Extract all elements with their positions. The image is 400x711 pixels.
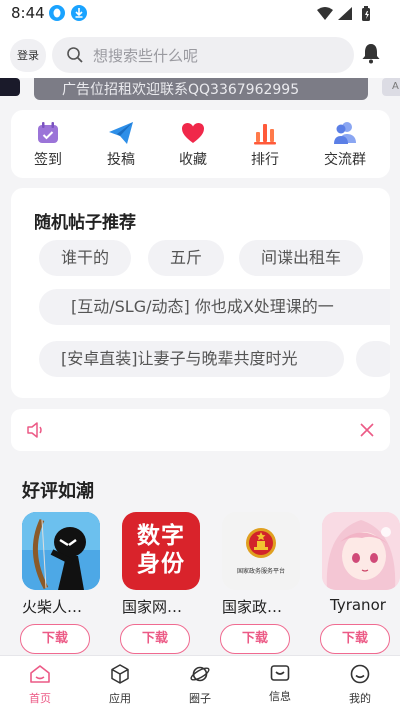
banner-text: 广告位招租欢迎联系QQ3367962995: [62, 82, 300, 98]
stickman-archer-icon: [22, 512, 100, 590]
search-icon: [66, 46, 84, 68]
paper-plane-icon: [91, 120, 151, 146]
app-card[interactable]: 国家政务服务平台 国家政… 下载: [220, 512, 302, 654]
nav-label: 首页: [29, 692, 51, 705]
quick-nav-label: 签到: [34, 152, 62, 168]
national-emblem-icon: 国家政务服务平台: [222, 512, 300, 590]
nav-label: 圈子: [189, 692, 211, 705]
status-bar: 8:44: [0, 0, 400, 28]
quick-nav-group[interactable]: 交流群: [315, 120, 375, 169]
quick-nav-label: 排行: [251, 152, 279, 168]
post-tag[interactable]: [互动/SLG/动态] 你也成X处理课的一: [39, 289, 390, 325]
bell-icon[interactable]: [360, 42, 382, 68]
wifi-icon: [317, 7, 333, 20]
login-button[interactable]: 登录: [10, 39, 46, 72]
app-name: 国家政…: [222, 598, 283, 616]
nav-home[interactable]: 首页: [10, 664, 70, 706]
app-name: 火柴人…: [22, 598, 83, 616]
quick-nav-card: 签到 投稿 收藏 排行 交流群: [11, 110, 390, 178]
post-tag[interactable]: 五斤: [148, 240, 225, 276]
calendar-check-icon: [18, 120, 78, 146]
qq-notification-icon: [49, 5, 65, 21]
quick-nav-checkin[interactable]: 签到: [18, 120, 78, 169]
close-icon[interactable]: [359, 422, 375, 442]
post-tag-overflow[interactable]: [356, 341, 390, 377]
profile-icon: [350, 664, 370, 688]
nav-label: 应用: [109, 692, 131, 705]
cube-icon: [110, 664, 130, 688]
banner-next-slide: A: [382, 78, 400, 96]
post-tag[interactable]: 间谍出租车: [239, 240, 364, 276]
post-tag[interactable]: [安卓直装]让妻子与晚辈共度时光: [39, 341, 344, 377]
app-card[interactable]: 火柴人… 下载: [20, 512, 102, 654]
quick-nav-label: 投稿: [107, 152, 135, 168]
bottom-nav: 首页 应用 圈子 信息 我的: [0, 655, 400, 711]
nav-apps[interactable]: 应用: [90, 664, 150, 706]
users-icon: [315, 120, 375, 146]
nav-messages[interactable]: 信息: [250, 664, 310, 704]
planet-icon: [189, 666, 211, 688]
app-icon-text: 数字身份: [137, 523, 185, 577]
nav-label: 我的: [349, 692, 371, 705]
signal-icon: [338, 7, 352, 20]
top-header: 登录 想搜索些什么呢: [0, 28, 400, 78]
download-button[interactable]: 下载: [220, 624, 290, 654]
battery-icon: [362, 6, 370, 21]
nav-circle[interactable]: 圈子: [170, 664, 230, 706]
quick-nav-submit[interactable]: 投稿: [91, 120, 151, 169]
download-button[interactable]: 下载: [120, 624, 190, 654]
app-name: 国家网…: [122, 598, 183, 616]
section-title: 随机帖子推荐: [34, 213, 136, 233]
post-tag[interactable]: 谁干的: [39, 240, 132, 276]
quick-nav-ranking[interactable]: 排行: [235, 120, 295, 169]
message-icon: [270, 665, 290, 686]
download-button[interactable]: 下载: [20, 624, 90, 654]
heart-icon: [163, 120, 223, 146]
nav-label: 信息: [269, 690, 291, 703]
search-bar[interactable]: 想搜索些什么呢: [52, 37, 354, 73]
ad-banner-carousel[interactable]: 广告位招租欢迎联系QQ3367962995 A: [0, 78, 400, 102]
home-icon: [29, 665, 51, 688]
quick-nav-label: 收藏: [179, 152, 207, 168]
quick-nav-favorites[interactable]: 收藏: [163, 120, 223, 169]
random-posts-card: 随机帖子推荐 谁干的 五斤 间谍出租车 [互动/SLG/动态] 你也成X处理课的…: [11, 188, 390, 398]
anime-girl-icon: [322, 512, 400, 590]
quick-nav-label: 交流群: [324, 152, 366, 168]
nav-profile[interactable]: 我的: [330, 664, 390, 706]
system-tray: [316, 6, 374, 26]
app-name: Tyranor: [330, 596, 386, 614]
banner-current-slide[interactable]: 广告位招租欢迎联系QQ3367962995: [34, 78, 368, 100]
download-button[interactable]: 下载: [320, 624, 390, 654]
app-card[interactable]: 数字身份 国家网… 下载: [120, 512, 202, 654]
search-placeholder: 想搜索些什么呢: [93, 47, 199, 65]
section-title: 好评如潮: [22, 481, 94, 502]
bar-chart-icon: [235, 120, 295, 146]
speaker-icon: [26, 421, 46, 443]
banner-prev-slide: [0, 78, 20, 96]
app-card[interactable]: Tyranor 下载: [320, 512, 400, 654]
download-icon: [71, 5, 87, 21]
app-icon-caption: 国家政务服务平台: [236, 568, 285, 575]
status-time: 8:44: [11, 4, 45, 22]
digital-identity-icon: 数字身份: [122, 512, 200, 590]
notice-bar[interactable]: [11, 409, 390, 451]
